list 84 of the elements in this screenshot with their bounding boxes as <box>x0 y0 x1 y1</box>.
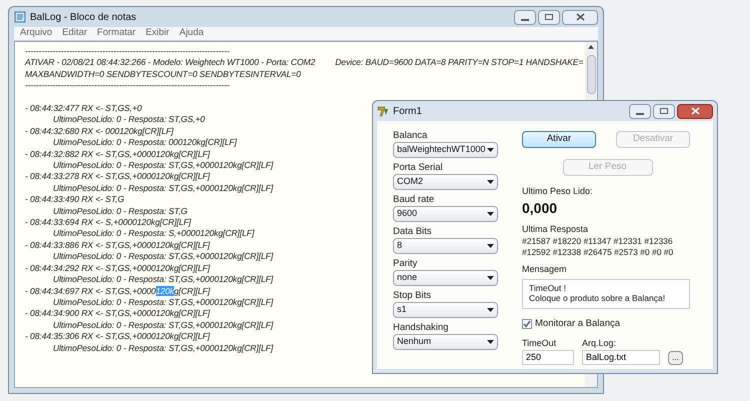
dropdown-arrow-icon <box>487 244 494 248</box>
activate-button[interactable]: Ativar <box>522 131 596 148</box>
dropdown-arrow-icon <box>487 180 494 184</box>
log-line: UltimoPesoLido: 0 - Resposta: ST,GS,+0000120kg[CR][LF] <box>52 320 273 332</box>
dropdown[interactable]: Nenhum <box>393 334 498 350</box>
field-label: Mensagem <box>522 263 568 276</box>
response-text: #21587 #18220 #11347 #12331 #12336 <box>522 236 674 247</box>
field-label: TimeOut <box>522 336 558 350</box>
separator-line: -------------------------------------------------------------------------- <box>25 80 230 92</box>
menu-item[interactable]: Ajuda <box>179 26 204 41</box>
message-text: TimeOut ! <box>529 282 567 292</box>
weight-value: 0,000 <box>522 198 558 216</box>
menu-item[interactable]: Formatar <box>97 26 136 41</box>
field-label: Ultimo Peso Lido: <box>522 185 594 198</box>
log-line: - 08:44:32:882 RX <- ST,GS,+0000120kg[CR][LF] <box>25 148 210 160</box>
log-line: ATIVAR - 02/08/21 08:44:32:266 - Modelo: Weightech WT1000 - Porta: COM2 <box>25 57 316 69</box>
log-line: - 08:44:33:694 RX <- S,+0000120kg[CR][LF] <box>25 217 191 228</box>
dropdown-arrow-icon <box>487 308 494 312</box>
check-icon <box>523 320 531 328</box>
dropdown[interactable]: none <box>393 270 498 286</box>
field-label: Ultima Resposta <box>522 222 590 236</box>
dropdown-arrow-icon <box>487 212 494 216</box>
menu-item[interactable]: Exibir <box>146 26 170 41</box>
message-text: Coloque o produto sobre a Balança! <box>529 292 666 302</box>
log-line: - 08:44:35:306 RX <- ST,GS,+0000120kg[CR][LF] <box>25 331 210 343</box>
log-line: UltimoPesoLido: 0 - Resposta: ST,GS,+0000120kg[CR][LF] <box>52 274 273 286</box>
menu-item[interactable]: Editar <box>62 26 88 41</box>
log-line: Device: BAUD=9600 DATA=8 PARITY=N STOP=1 HANDSHAKE= <box>335 57 584 69</box>
log-line: - 08:44:33:278 RX <- ST,GS,+0000120kg[CR][LF] <box>25 171 210 183</box>
close-icon <box>690 107 700 115</box>
menu-item[interactable]: Arquivo <box>20 26 52 41</box>
checkbox[interactable] <box>522 318 532 329</box>
log-line: - 08:44:33:490 RX <- ST,G <box>25 194 124 206</box>
checkbox-label: Monitorar a Balança <box>535 316 620 330</box>
maximize-button[interactable] <box>653 104 675 118</box>
dropdown[interactable]: balWeightechWT1000 <box>393 142 498 158</box>
dropdown-arrow-icon <box>487 148 494 152</box>
log-line: UltimoPesoLido: 0 - Resposta: ST,GS,+0000120kg[CR][LF] <box>52 342 273 354</box>
field-label: Stop Bits <box>393 289 432 302</box>
log-line: UltimoPesoLido: 0 - Resposta: ST,GS,+0000120kg[CR][LF] <box>52 160 273 172</box>
field-label: Arq.Log: <box>582 336 618 350</box>
log-line: UltimoPesoLido: 0 - Resposta: ST,GS,+0000120kg[CR][LF] <box>52 182 273 194</box>
field-label: Balanca <box>393 129 428 142</box>
log-line: - 08:44:33:886 RX <- ST,GS,+0000120kg[CR][LF] <box>25 240 210 252</box>
dropdown[interactable]: s1 <box>393 302 498 318</box>
field-label: Data Bits <box>393 225 433 238</box>
close-button[interactable] <box>677 104 713 118</box>
log-line: - 08:44:34:292 RX <- ST,GS,+0000120kg[CR][LF] <box>25 262 210 274</box>
log-line: UltimoPesoLido: 0 - Resposta: ST,GS,+0 <box>52 114 205 126</box>
log-line: UltimoPesoLido: 0 - Resposta: 000120kg[CR][LF] <box>52 137 237 149</box>
close-button[interactable] <box>562 10 598 24</box>
log-line: - 08:44:34:900 RX <- ST,GS,+0000120kg[CR][LF] <box>25 308 210 320</box>
browse-button[interactable]: ... <box>668 351 683 366</box>
field-label: Baud rate <box>393 193 436 206</box>
maximize-button[interactable] <box>538 10 560 24</box>
field-label: Porta Serial <box>393 161 444 174</box>
close-icon <box>576 13 584 21</box>
dropdown[interactable]: 8 <box>393 238 498 254</box>
log-line: MAXBANDWIDTH=0 SENDBYTESCOUNT=0 SENDBYTESINTERVAL=0 <box>25 68 301 80</box>
response-text: #12592 #12338 #26475 #2573 #0 #0 #0 <box>522 247 674 258</box>
field-label: Handshaking <box>393 321 450 334</box>
minimize-button[interactable] <box>514 10 536 24</box>
log-line: - 08:44:32:680 RX <- 000120kg[CR][LF] <box>25 126 174 138</box>
scroll-up-icon <box>588 45 594 49</box>
dropdown-arrow-icon <box>487 340 494 344</box>
minimize-button[interactable] <box>629 104 651 118</box>
log-line: UltimoPesoLido: 0 - Resposta: S,+0000120kg[CR][LF] <box>52 228 254 240</box>
window-title: Form1 <box>393 104 422 118</box>
dropdown[interactable]: 9600 <box>393 206 498 222</box>
log-line: UltimoPesoLido: 0 - Resposta: ST,GS,+0000120kg[CR][LF] <box>52 296 273 308</box>
dropdown-arrow-icon <box>487 276 494 280</box>
app-icon <box>377 105 389 117</box>
separator-line: -------------------------------------------------------------------------- <box>25 46 230 58</box>
window-title: BalLog - Bloco de notas <box>30 10 136 24</box>
log-line: - 08:44:32:477 RX <- ST,GS,+0 <box>25 103 142 114</box>
log-line: - 08:44:34:697 RX <- ST,GS,+0000120kg[CR][LF] <box>25 286 210 297</box>
notepad-icon <box>14 11 26 23</box>
input-field[interactable]: BalLog.txt <box>582 350 660 366</box>
log-line: UltimoPesoLido: 0 - Resposta: ST,G <box>52 206 188 218</box>
log-line: UltimoPesoLido: 0 - Resposta: ST,GS,+0000120kg[CR][LF] <box>52 251 273 263</box>
field-label: Parity <box>393 257 418 270</box>
scrollbar-thumb[interactable] <box>586 54 596 94</box>
input-field[interactable]: 250 <box>522 350 574 366</box>
dropdown[interactable]: COM2 <box>393 174 498 190</box>
